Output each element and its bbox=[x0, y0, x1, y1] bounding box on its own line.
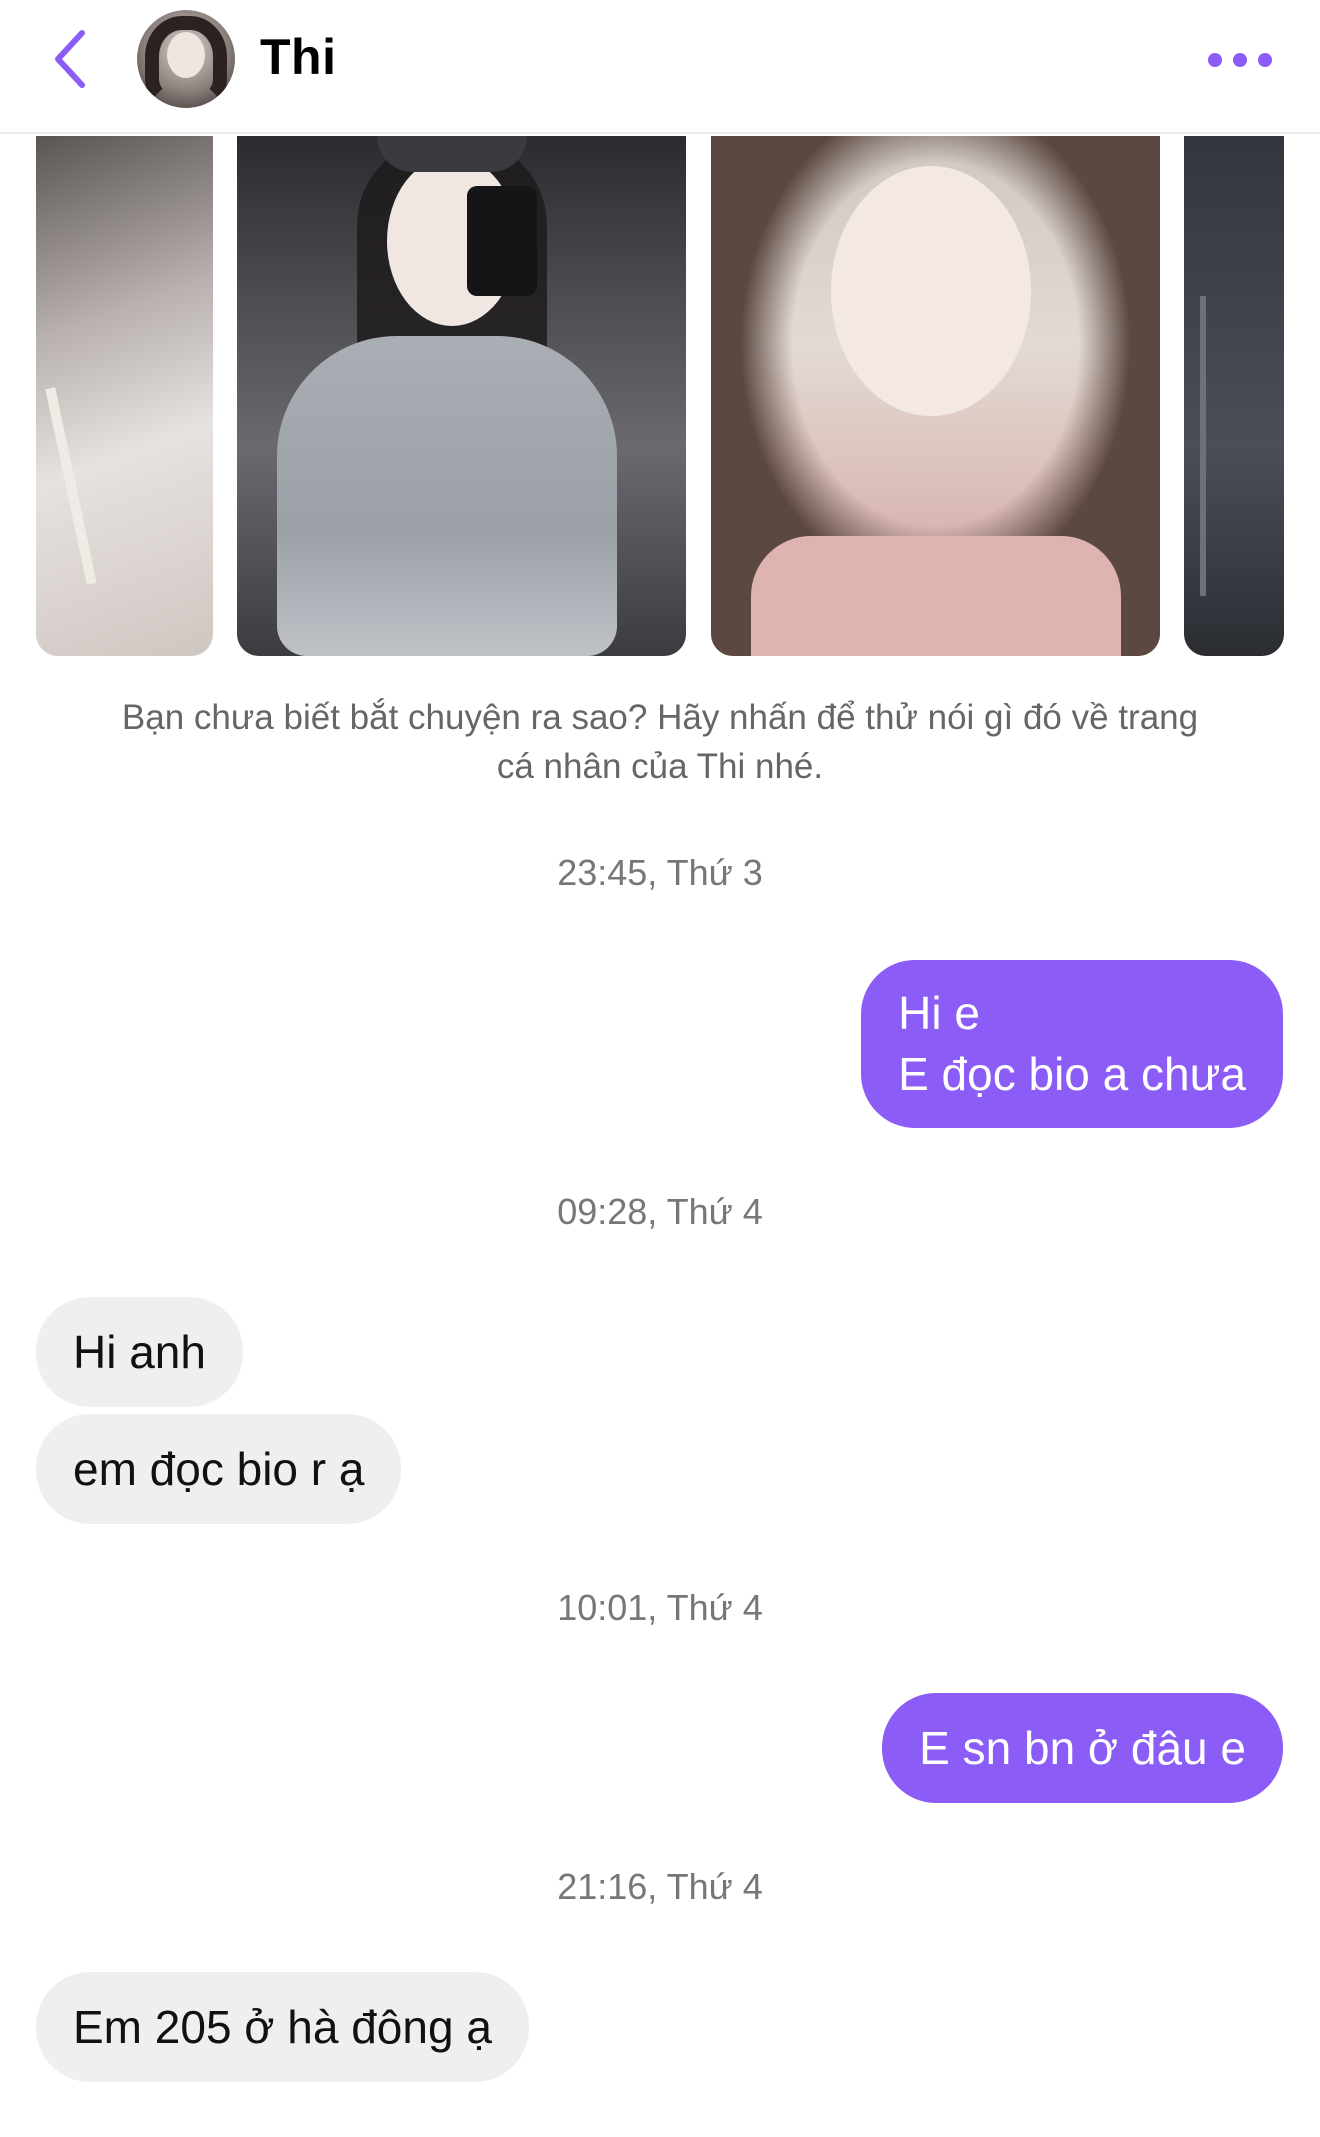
profile-photo[interactable] bbox=[237, 136, 686, 656]
chat-header: Thi bbox=[0, 0, 1320, 134]
more-horizontal-icon bbox=[1258, 53, 1272, 67]
back-button[interactable] bbox=[40, 24, 100, 94]
outgoing-message[interactable]: E sn bn ở đâu e bbox=[882, 1693, 1283, 1803]
photo-detail bbox=[751, 536, 1121, 656]
message-timestamp: 23:45, Thứ 3 bbox=[557, 852, 763, 893]
incoming-message[interactable]: Em 205 ở hà đông ạ bbox=[36, 1972, 529, 2082]
icebreaker-hint[interactable]: Bạn chưa biết bắt chuyện ra sao? Hãy nhấ… bbox=[30, 693, 1290, 791]
outgoing-message[interactable]: Hi e E đọc bio a chưa bbox=[861, 960, 1283, 1128]
contact-name[interactable]: Thi bbox=[260, 28, 336, 86]
photo-detail bbox=[277, 336, 617, 656]
profile-photo[interactable] bbox=[711, 136, 1160, 656]
profile-photo[interactable] bbox=[36, 136, 213, 656]
avatar-face bbox=[167, 32, 205, 78]
profile-photo[interactable] bbox=[1184, 136, 1284, 656]
more-horizontal-icon bbox=[1208, 53, 1222, 67]
profile-photo-carousel[interactable] bbox=[36, 136, 1284, 656]
contact-avatar[interactable] bbox=[137, 10, 235, 108]
photo-detail bbox=[1200, 296, 1206, 596]
chevron-left-icon bbox=[55, 30, 85, 88]
more-options-button[interactable] bbox=[1185, 40, 1295, 80]
photo-detail bbox=[45, 387, 97, 585]
message-timestamp: 10:01, Thứ 4 bbox=[557, 1587, 763, 1628]
message-timestamp: 09:28, Thứ 4 bbox=[557, 1191, 763, 1232]
incoming-message[interactable]: em đọc bio r ạ bbox=[36, 1414, 402, 1524]
photo-detail bbox=[377, 136, 527, 172]
more-horizontal-icon bbox=[1233, 53, 1247, 67]
photo-detail bbox=[467, 186, 537, 296]
message-timestamp: 21:16, Thứ 4 bbox=[557, 1866, 763, 1907]
incoming-message[interactable]: Hi anh bbox=[36, 1297, 243, 1407]
